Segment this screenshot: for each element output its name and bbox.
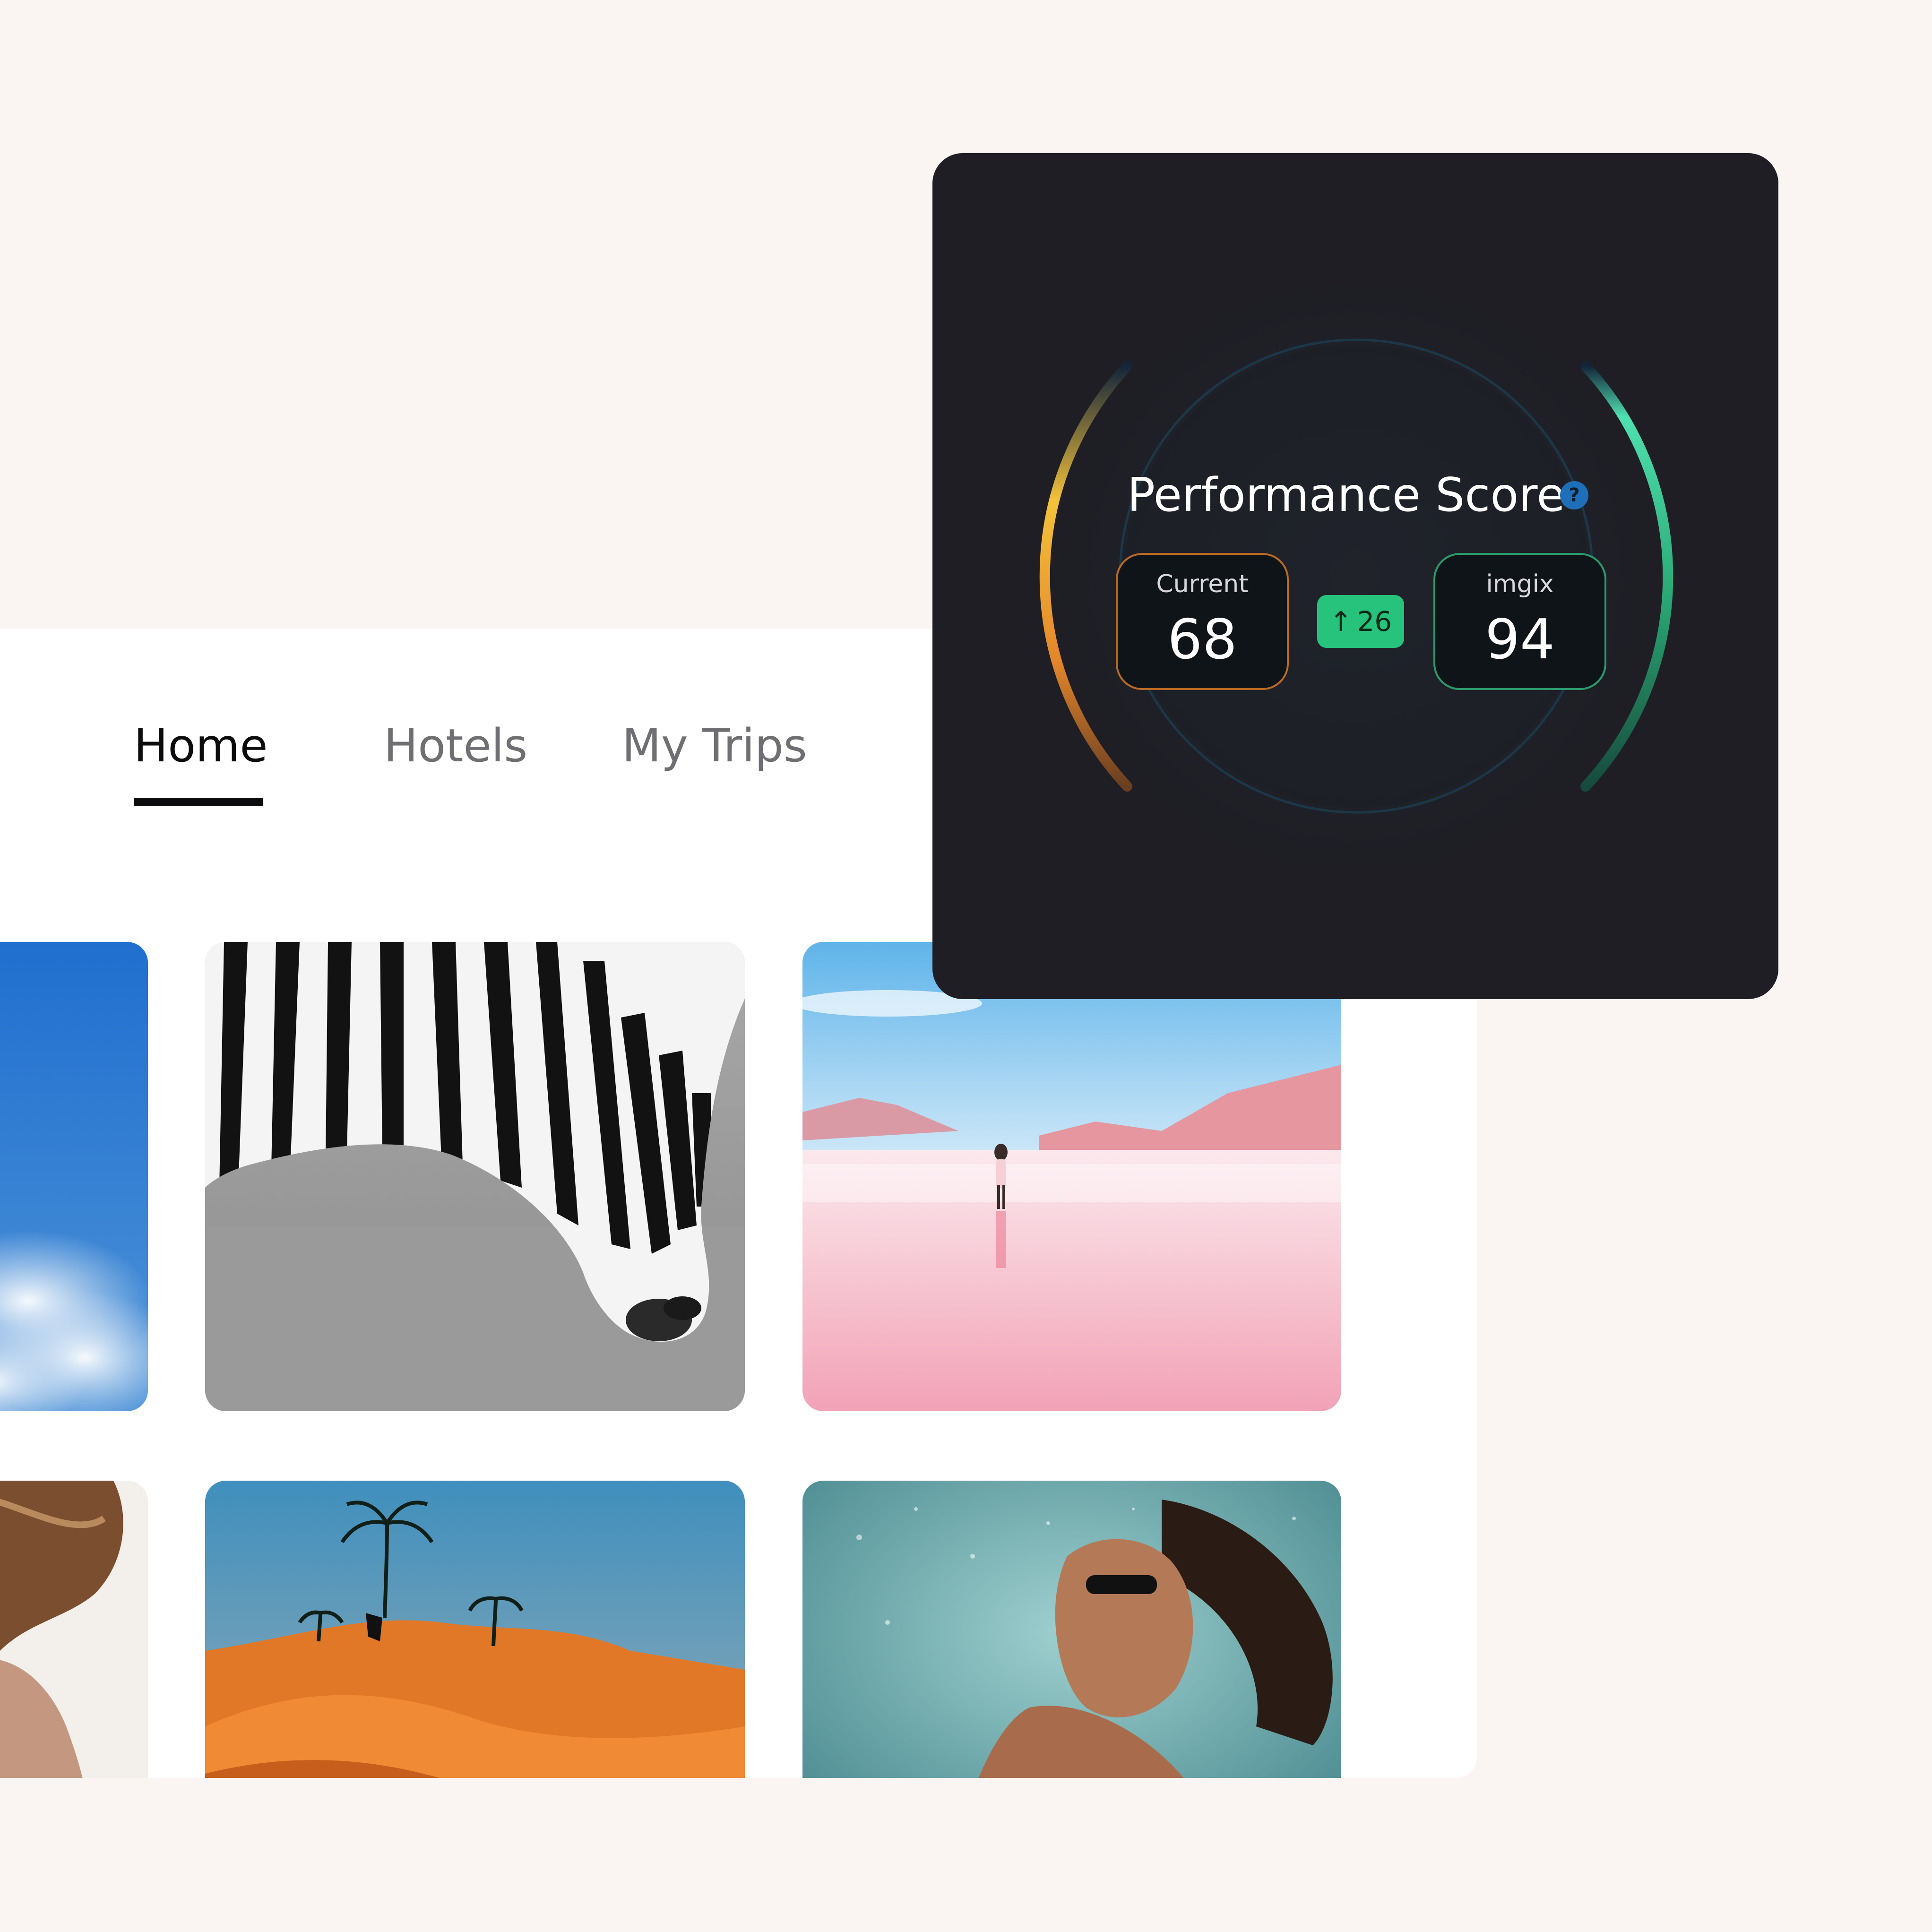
current-score-label: Current: [1156, 570, 1249, 598]
imgix-score-value: 94: [1485, 608, 1555, 672]
photo-sky-clouds[interactable]: [0, 942, 148, 1411]
score-title-row: Performance Score ?: [1127, 467, 1600, 524]
imgix-score-box: imgix 94: [1433, 553, 1606, 690]
score-title: Performance Score: [1127, 468, 1565, 522]
score-delta-badge: ↑ 26: [1317, 595, 1404, 648]
photo-desert-dunes-palms[interactable]: [205, 1481, 745, 1778]
photo-woman-floating-water[interactable]: [802, 1481, 1341, 1778]
score-gauge: [1026, 245, 1687, 907]
arrow-up-icon: ↑: [1329, 605, 1353, 638]
score-delta-value: 26: [1357, 605, 1392, 638]
photo-woman-hair[interactable]: [0, 1481, 148, 1778]
current-score-box: Current 68: [1116, 553, 1289, 690]
performance-score-card: Performance Score ? Current 68 ↑ 26 imgix…: [932, 153, 1778, 999]
tab-hotels[interactable]: Hotels: [384, 723, 527, 768]
photo-zebra[interactable]: [205, 942, 745, 1411]
photo-salt-flat-walker[interactable]: [802, 942, 1341, 1411]
tab-my-trips[interactable]: My Trips: [622, 723, 807, 768]
current-score-value: 68: [1167, 608, 1237, 672]
imgix-score-label: imgix: [1486, 570, 1554, 598]
active-tab-indicator: [134, 798, 263, 806]
tab-home[interactable]: Home: [134, 723, 268, 768]
help-icon[interactable]: ?: [1560, 481, 1588, 509]
